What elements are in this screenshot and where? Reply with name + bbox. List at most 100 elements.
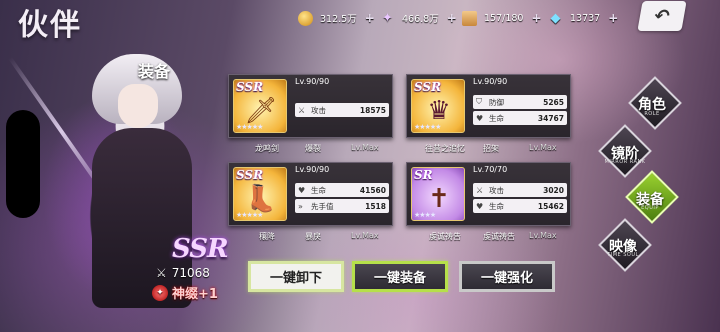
equipment-slot-boots[interactable]: SSR 👢 ★★★★★ Lv.90/90 ♥ 生命 41560 » 先手值 15…: [228, 162, 393, 241]
crystal-value: 466.8万: [402, 14, 439, 25]
tab-time-soul-sub: TIME SOUL: [607, 252, 639, 258]
equipment-icon: SSR 👢 ★★★★★: [233, 167, 287, 221]
equipment-max: Lv.Max: [351, 231, 379, 240]
stat-value: 1518: [365, 201, 386, 211]
resource-crystal: ✦ 466.8万 +: [380, 9, 457, 27]
resource-diamond: ◆ 13737 +: [548, 9, 619, 27]
rarity-label: SR: [414, 168, 433, 182]
stat-name: 生命: [311, 185, 326, 195]
equipment-trait: 招架: [483, 144, 499, 153]
stamina-box-icon: [462, 10, 477, 26]
back-arrow-icon: ↶: [652, 5, 672, 27]
unequip-all-button[interactable]: 一键卸下: [248, 261, 344, 292]
star-rating: ★★★★★: [414, 123, 441, 131]
equipment-max: Lv.Max: [351, 143, 379, 152]
stat-row: ⚔ 攻击 18575: [295, 103, 389, 117]
attack-icon: ⚔: [298, 105, 306, 115]
speed-icon: »: [298, 201, 303, 211]
health-icon: ♥: [476, 113, 484, 123]
equipment-slot-talisman[interactable]: SR ✝ ★★★★ Lv.70/70 ⚔ 攻击 3020 ♥ 生命 15462 …: [406, 162, 571, 241]
back-button[interactable]: ↶: [637, 1, 687, 31]
equipment-level: Lv.70/70: [473, 165, 508, 174]
add-diamond-button[interactable]: +: [608, 11, 618, 25]
equipment-icon: SR ✝ ★★★★: [411, 167, 465, 221]
stat-value: 41560: [359, 185, 386, 195]
character-power: ⚔ 71068: [156, 266, 210, 280]
add-stamina-button[interactable]: +: [531, 11, 541, 25]
tab-equip-sub: EQUIP: [641, 205, 659, 211]
stat-name: 防御: [489, 97, 504, 107]
character-face: [118, 84, 158, 128]
stat-row: ♥ 生命 41560: [295, 183, 389, 197]
stat-value: 3020: [543, 185, 564, 195]
equipment-slot-accessory[interactable]: SSR ♛ ★★★★★ Lv.90/90 ⛉ 防御 5265 ♥ 生命 3476…: [406, 74, 571, 153]
rarity-label: SSR: [236, 168, 264, 182]
equipment-name: 虔诚祷告: [429, 232, 461, 241]
stat-name: 攻击: [311, 105, 326, 115]
stat-name: 生命: [489, 113, 504, 123]
equipment-level: Lv.90/90: [295, 77, 330, 86]
stamina-value: 157/180: [484, 12, 524, 24]
equip-section-label: 装备: [138, 62, 171, 81]
defense-icon: ⛉: [476, 97, 482, 106]
equipment-name: 往昔之追忆: [425, 144, 465, 153]
equipment-caption: 往昔之追忆 招架 Lv.Max: [407, 143, 572, 154]
star-rating: ★★★★: [414, 211, 436, 219]
equipment-level: Lv.90/90: [473, 77, 508, 86]
tab-role-sub: ROLE: [644, 111, 660, 117]
health-icon: ♥: [298, 185, 306, 195]
power-icon: ⚔: [156, 266, 167, 280]
gold-coin-icon: [298, 10, 313, 26]
equipment-level: Lv.90/90: [295, 165, 330, 174]
star-rating: ★★★★★: [236, 123, 263, 131]
equipment-icon: SSR 🗡 ★★★★★: [233, 79, 287, 133]
enhance-all-button[interactable]: 一键强化: [459, 261, 555, 292]
stat-row: ⚔ 攻击 3020: [473, 183, 567, 197]
divine-level[interactable]: ✦ 神缀+1: [152, 283, 218, 302]
character-body: [92, 128, 192, 308]
equipment-max: Lv.Max: [529, 231, 557, 240]
tab-mirror-rank-sub: MIRROR RANK: [604, 159, 646, 165]
stat-row: ♥ 生命 34767: [473, 111, 567, 125]
redaction-bar: [6, 110, 40, 218]
stat-value: 5265: [543, 97, 564, 107]
stat-name: 生命: [489, 201, 504, 211]
equipment-caption: 虔诚祷告 虔诚祷告 Lv.Max: [407, 231, 572, 242]
equipment-trait: 虔诚祷告: [483, 232, 515, 241]
equipment-trait: 暴戾: [305, 232, 321, 241]
equipment-caption: 穰降 暴戾 Lv.Max: [229, 231, 394, 242]
equipment-trait: 爆裂: [305, 144, 321, 153]
stat-row: » 先手值 1518: [295, 199, 389, 213]
character-rarity-badge: SSR: [172, 234, 229, 264]
rarity-label: SSR: [236, 80, 264, 94]
equipment-name: 龙鸣剑: [255, 144, 279, 153]
stat-row: ♥ 生命 15462: [473, 199, 567, 213]
divine-level-text: 神缀+1: [172, 287, 218, 302]
stat-name: 攻击: [489, 185, 504, 195]
star-rating: ★★★★★: [236, 211, 263, 219]
stat-row: ⛉ 防御 5265: [473, 95, 567, 109]
resource-stamina: 157/180 +: [462, 9, 542, 27]
health-icon: ♥: [476, 201, 484, 211]
resource-gold: 312.5万 +: [298, 9, 375, 27]
stat-name: 先手值: [311, 201, 334, 211]
add-gold-button[interactable]: +: [365, 11, 375, 25]
equipment-max: Lv.Max: [529, 143, 557, 152]
top-bar: 伙伴 312.5万 + ✦ 466.8万 + 157/180 + ◆ 13737…: [0, 0, 720, 43]
divine-icon: ✦: [152, 284, 168, 301]
gold-value: 312.5万: [320, 14, 357, 25]
power-value: 71068: [171, 266, 210, 280]
equip-all-button[interactable]: 一键装备: [352, 261, 448, 292]
attack-icon: ⚔: [476, 185, 484, 195]
stat-value: 34767: [537, 113, 564, 123]
equipment-slot-weapon[interactable]: SSR 🗡 ★★★★★ Lv.90/90 ⚔ 攻击 18575 龙鸣剑 爆裂 L…: [228, 74, 393, 153]
crystal-icon: ✦: [382, 10, 393, 26]
equipment-icon: SSR ♛ ★★★★★: [411, 79, 465, 133]
diamond-value: 13737: [570, 12, 601, 24]
add-crystal-button[interactable]: +: [447, 11, 457, 25]
equipment-caption: 龙鸣剑 爆裂 Lv.Max: [229, 143, 394, 154]
stat-value: 18575: [359, 105, 386, 115]
equipment-name: 穰降: [259, 232, 275, 241]
stat-value: 15462: [537, 201, 564, 211]
diamond-icon: ◆: [550, 10, 561, 26]
